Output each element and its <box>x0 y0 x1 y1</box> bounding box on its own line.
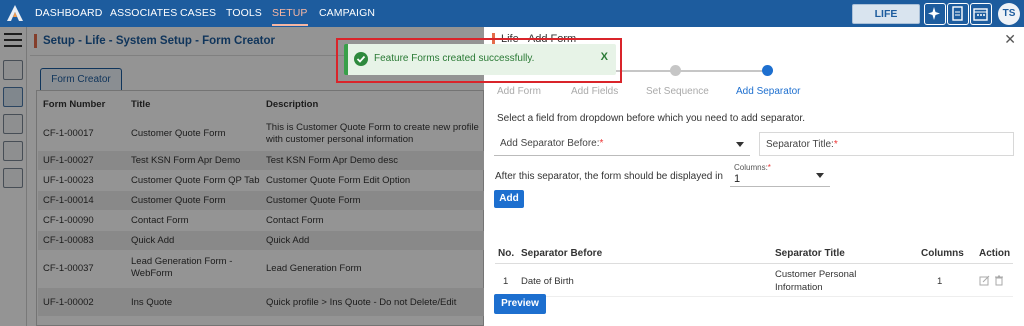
nav-dashboard[interactable]: DASHBOARD <box>35 7 102 19</box>
chevron-down-icon <box>816 173 824 178</box>
step-dot-set-sequence <box>670 65 681 76</box>
nav-campaign[interactable]: CAMPAIGN <box>319 7 375 19</box>
edit-icon[interactable] <box>979 275 990 286</box>
separator-before-select[interactable]: Add Separator Before:* <box>494 132 750 156</box>
preview-button[interactable]: Preview <box>494 294 546 314</box>
sparkle-icon[interactable] <box>924 3 946 25</box>
line-of-business-button[interactable]: LIFE <box>852 4 920 24</box>
step-add-separator[interactable]: Add Separator <box>736 86 801 97</box>
nav-cases[interactable]: CASES <box>180 7 216 19</box>
nav-tools[interactable]: TOOLS <box>226 7 262 19</box>
columns-instruction: After this separator, the form should be… <box>495 171 723 182</box>
clipboard-icon[interactable] <box>947 3 969 25</box>
highlight-frame <box>336 38 622 83</box>
columns-select[interactable]: Columns:* 1 <box>730 161 830 187</box>
separator-table-header: No. Separator Before Separator Title Col… <box>495 244 1013 264</box>
step-add-fields[interactable]: Add Fields <box>571 86 618 97</box>
nav-associates[interactable]: ASSOCIATES <box>110 7 177 19</box>
top-nav: DASHBOARD ASSOCIATES CASES TOOLS SETUP C… <box>0 0 1024 27</box>
step-dot-add-separator <box>762 65 773 76</box>
nav-setup[interactable]: SETUP <box>272 7 308 26</box>
user-avatar[interactable]: TS <box>998 3 1020 25</box>
add-button[interactable]: Add <box>494 190 524 208</box>
app-logo-icon[interactable] <box>6 4 24 22</box>
calendar-icon[interactable] <box>970 3 992 25</box>
separator-instruction: Select a field from dropdown before whic… <box>497 113 805 124</box>
step-set-sequence[interactable]: Set Sequence <box>646 86 709 97</box>
trash-icon[interactable] <box>994 275 1004 286</box>
step-add-form[interactable]: Add Form <box>497 86 541 97</box>
table-row[interactable]: 1 Date of Birth Customer Personal Inform… <box>495 264 1013 297</box>
separator-title-input[interactable]: Separator Title:* <box>759 132 1014 156</box>
close-icon[interactable]: ✕ <box>1004 31 1016 48</box>
chevron-down-icon <box>736 142 744 147</box>
